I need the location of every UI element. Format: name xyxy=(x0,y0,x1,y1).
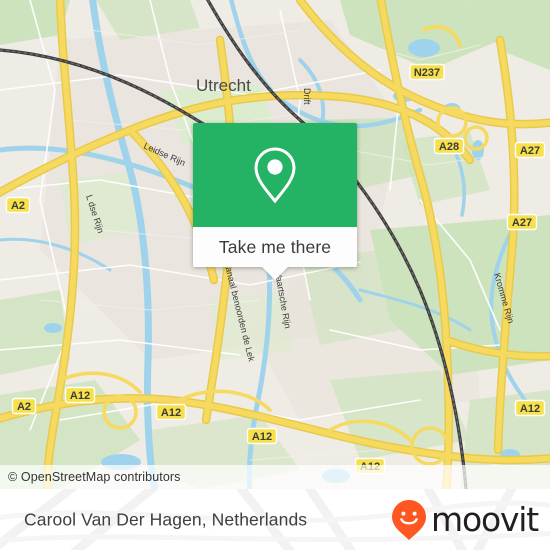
svg-text:A27: A27 xyxy=(520,145,540,157)
road-shield-a12: A12 xyxy=(514,399,546,417)
map-city-label: Utrecht xyxy=(196,76,251,95)
road-shield-a12: A12 xyxy=(246,427,278,445)
card-pin-area xyxy=(193,123,357,227)
place-title: Carool Van Der Hagen, Netherlands xyxy=(24,509,308,529)
svg-text:A2: A2 xyxy=(11,200,25,212)
take-me-there-button[interactable]: Take me there xyxy=(193,227,357,280)
map-water-label: Drift xyxy=(302,88,312,105)
svg-text:N237: N237 xyxy=(414,67,440,79)
moovit-smiley-pin-icon xyxy=(392,499,427,540)
svg-text:A12: A12 xyxy=(252,431,272,443)
road-shield-a28: A28 xyxy=(433,137,465,155)
road-shield-a12: A12 xyxy=(64,386,96,404)
moovit-logo[interactable]: moovit xyxy=(389,498,539,542)
osm-attribution[interactable]: © OpenStreetMap contributors xyxy=(0,465,550,489)
map-pin-icon xyxy=(254,147,296,204)
svg-text:A12: A12 xyxy=(161,407,181,419)
svg-text:A2: A2 xyxy=(17,401,31,413)
footer-bar: Carool Van Der Hagen, Netherlands moovit xyxy=(0,489,550,550)
moovit-wordmark: moovit xyxy=(431,500,539,539)
road-shield-a12: A12 xyxy=(155,403,187,421)
road-shield-n237: N237 xyxy=(409,63,445,81)
osm-attribution-text: © OpenStreetMap contributors xyxy=(8,470,181,484)
card-pointer-tail xyxy=(261,266,289,280)
moovit-place-card-screenshot: .g{fill:#cde3bd} .gl{fill:#dceccf} .bld{… xyxy=(0,0,550,550)
road-shield-a2: A2 xyxy=(5,196,31,214)
road-shield-a27: A27 xyxy=(514,141,546,159)
svg-text:A28: A28 xyxy=(439,141,459,153)
take-me-there-card[interactable]: Take me there xyxy=(193,123,357,280)
road-shield-a2: A2 xyxy=(11,397,37,415)
road-shield-a27: A27 xyxy=(506,213,538,231)
svg-text:A12: A12 xyxy=(520,403,540,415)
svg-text:A27: A27 xyxy=(512,217,532,229)
take-me-there-label: Take me there xyxy=(218,236,332,257)
svg-text:A12: A12 xyxy=(70,390,90,402)
